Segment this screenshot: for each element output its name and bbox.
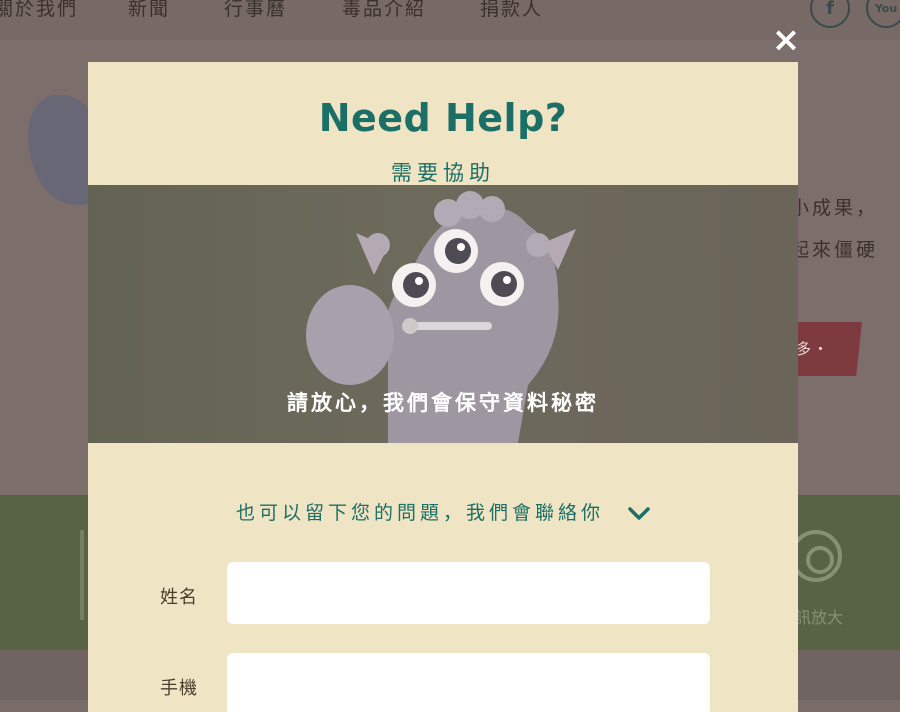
facebook-icon[interactable]: f xyxy=(810,0,850,28)
close-icon[interactable]: × xyxy=(770,23,802,57)
nav-item-about[interactable]: 關於我們 xyxy=(0,0,78,21)
contact-prompt-text: 也可以留下您的問題，我們會聯絡你 xyxy=(235,502,604,524)
modal-title: Need Help? xyxy=(318,96,568,140)
nav-item-drugs[interactable]: 毒品介紹 xyxy=(342,0,426,21)
contact-prompt[interactable]: 也可以留下您的問題，我們會聯絡你 xyxy=(88,498,798,525)
article-text-line: 起來僵硬 xyxy=(789,239,878,261)
privacy-message: 請放心，我們會保守資料秘密 xyxy=(287,391,599,415)
monster-banner: 請放心，我們會保守資料秘密 xyxy=(88,185,798,443)
youtube-icon[interactable]: You xyxy=(866,0,900,28)
modal-subtitle: 需要協助 xyxy=(391,161,495,185)
phone-label: 手機 xyxy=(160,678,198,699)
more-button[interactable]: 多・ xyxy=(790,322,862,376)
chevron-down-icon[interactable] xyxy=(628,506,650,521)
article-text-line: 小成果， xyxy=(789,197,878,219)
more-button-label: 多・ xyxy=(796,340,831,358)
name-label: 姓名 xyxy=(160,587,198,608)
nav-item-news[interactable]: 新聞 xyxy=(128,0,170,21)
help-modal: Need Help? 需要協助 請放心，我們會保守資料秘密 也可以留下您的問題，… xyxy=(88,62,798,712)
phone-input[interactable] xyxy=(227,653,710,712)
site-nav: 關於我們 新聞 行事曆 毒品介紹 捐款人 f You xyxy=(0,0,900,40)
name-input[interactable] xyxy=(227,562,710,624)
feature-label: 訊放大 xyxy=(795,608,844,627)
nav-item-calendar[interactable]: 行事曆 xyxy=(224,0,287,21)
nav-item-donors[interactable]: 捐款人 xyxy=(480,0,543,21)
